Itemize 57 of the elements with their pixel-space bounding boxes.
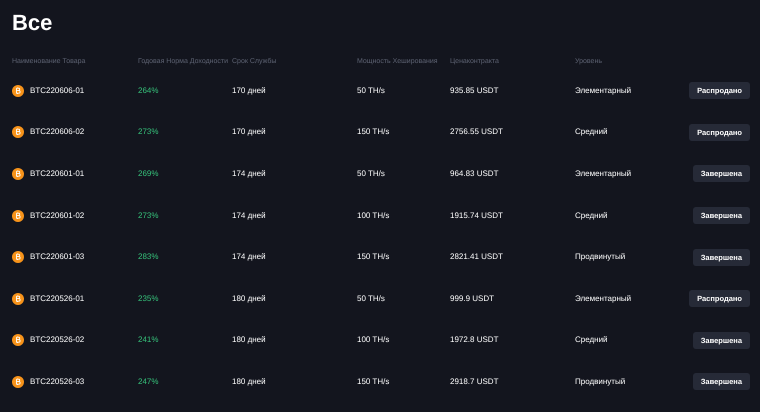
product-name: BTC220526-01: [30, 292, 84, 305]
price-text: 935.85 USDT: [450, 86, 498, 95]
term-text: 174 дней: [232, 252, 266, 262]
level-text: Элементарный: [575, 168, 632, 180]
term-text: 170 дней: [232, 86, 266, 95]
yield-text: 241%: [138, 335, 158, 344]
bitcoin-icon: [12, 376, 24, 388]
price-text: 964.83 USDT: [450, 168, 498, 178]
level-text: Средний: [575, 210, 608, 222]
level-text: Элементарный: [575, 292, 632, 305]
product-name: BTC220601-01: [30, 168, 84, 180]
yield-text: 235%: [138, 294, 158, 303]
product-name: BTC220526-03: [30, 376, 84, 388]
yield-text: 269%: [138, 168, 158, 178]
term-text: 180 дней: [232, 376, 266, 386]
page-title: Все: [12, 9, 52, 37]
price-text: 999.9 USDT: [450, 294, 494, 303]
product-name: BTC220606-01: [30, 84, 84, 97]
hashrate-text: 50 TH/s: [357, 168, 385, 178]
hashrate-text: 150 TH/s: [357, 127, 390, 136]
yield-text: 264%: [138, 86, 158, 95]
bitcoin-icon: [12, 84, 24, 97]
bitcoin-icon: [12, 292, 24, 305]
yield-text: 247%: [138, 376, 158, 386]
level-text: Продвинутый: [575, 251, 626, 264]
bitcoin-icon: [12, 251, 24, 264]
price-text: 2821.41 USDT: [450, 252, 503, 262]
term-text: 180 дней: [232, 294, 266, 303]
hashrate-text: 50 TH/s: [357, 86, 385, 95]
level-text: Элементарный: [575, 84, 632, 97]
yield-text: 283%: [138, 252, 158, 262]
hashrate-text: 150 TH/s: [357, 376, 390, 386]
product-name: BTC220526-02: [30, 334, 84, 346]
term-text: 170 дней: [232, 127, 266, 136]
level-text: Средний: [575, 334, 608, 346]
bitcoin-icon: [12, 334, 24, 346]
term-text: 180 дней: [232, 335, 266, 344]
product-name: BTC220601-03: [30, 251, 84, 264]
yield-text: 273%: [138, 127, 158, 136]
level-text: Средний: [575, 126, 608, 138]
bitcoin-icon: [12, 126, 24, 138]
product-name: BTC220606-02: [30, 126, 84, 138]
price-text: 2918.7 USDT: [450, 376, 498, 386]
yield-text: 273%: [138, 210, 158, 220]
hashrate-text: 100 TH/s: [357, 210, 390, 220]
price-text: 1915.74 USDT: [450, 210, 503, 220]
bitcoin-icon: [12, 210, 24, 222]
price-text: 1972.8 USDT: [450, 335, 498, 344]
price-text: 2756.55 USDT: [450, 127, 503, 136]
bitcoin-icon: [12, 168, 24, 180]
hashrate-text: 150 TH/s: [357, 252, 390, 262]
product-name: BTC220601-02: [30, 210, 84, 222]
level-text: Продвинутый: [575, 376, 626, 388]
term-text: 174 дней: [232, 210, 266, 220]
hashrate-text: 50 TH/s: [357, 294, 385, 303]
term-text: 174 дней: [232, 168, 266, 178]
hashrate-text: 100 TH/s: [357, 335, 390, 344]
